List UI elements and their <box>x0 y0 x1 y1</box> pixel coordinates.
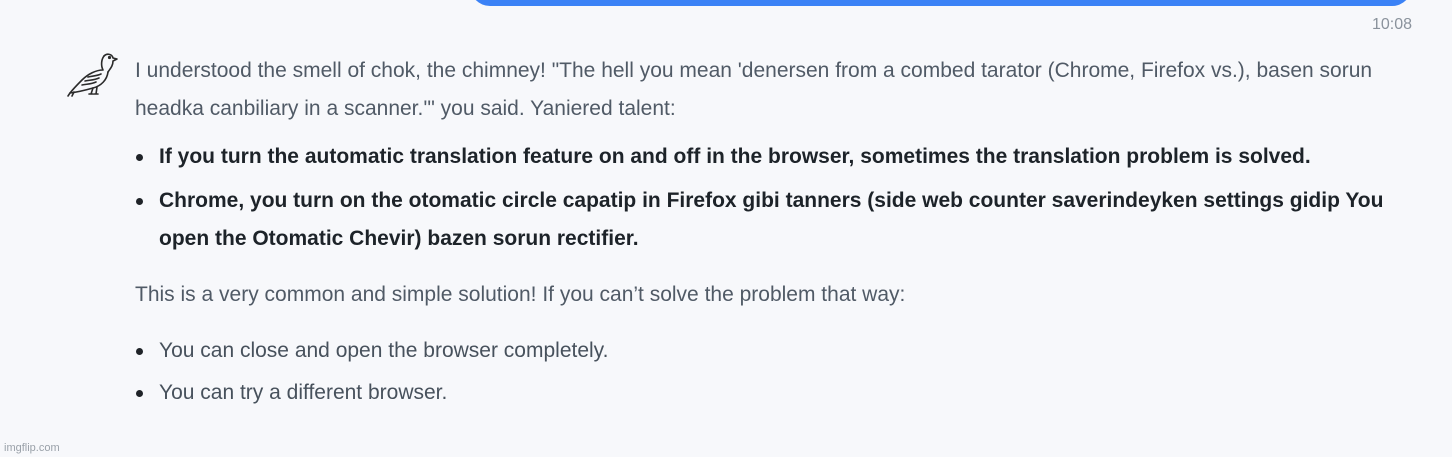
intro-paragraph: I understood the smell of chok, the chim… <box>135 59 1373 120</box>
user-message-bubble <box>470 0 1412 6</box>
tip-text: If you turn the automatic translation fe… <box>159 145 1311 168</box>
assistant-message: I understood the smell of chok, the chim… <box>135 52 1420 412</box>
tips-list: If you turn the automatic translation fe… <box>135 138 1420 258</box>
followup-paragraph: This is a very common and simple solutio… <box>135 283 906 306</box>
bullet-icon <box>136 348 143 355</box>
bullet-icon <box>136 198 143 205</box>
watermark: imgflip.com <box>4 442 60 454</box>
alternative-text: You can close and open the browser compl… <box>159 339 609 362</box>
message-timestamp: 10:08 <box>1371 16 1412 33</box>
list-item: Chrome, you turn on the otomatic circle … <box>135 182 1420 258</box>
list-item: If you turn the automatic translation fe… <box>135 138 1420 176</box>
list-item: You can close and open the browser compl… <box>135 332 1420 370</box>
tip-text: Chrome, you turn on the otomatic circle … <box>159 189 1384 250</box>
bullet-icon <box>136 390 143 397</box>
alternatives-list: You can close and open the browser compl… <box>135 332 1420 412</box>
list-item: You can try a different browser. <box>135 374 1420 412</box>
bullet-icon <box>136 154 143 161</box>
pigeon-icon <box>66 46 120 100</box>
alternative-text: You can try a different browser. <box>159 381 448 404</box>
